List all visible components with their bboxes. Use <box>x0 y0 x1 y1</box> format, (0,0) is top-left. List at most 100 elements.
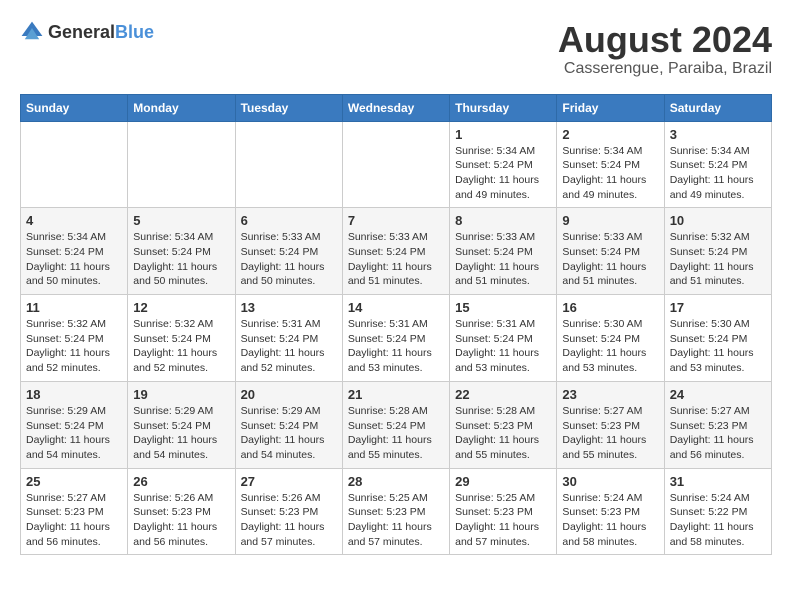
calendar-cell: 11 Sunrise: 5:32 AM Sunset: 5:24 PM Dayli… <box>21 295 128 382</box>
week-row-5: 25 Sunrise: 5:27 AM Sunset: 5:23 PM Dayli… <box>21 468 772 555</box>
calendar-cell: 22 Sunrise: 5:28 AM Sunset: 5:23 PM Dayli… <box>450 381 557 468</box>
calendar-cell: 12 Sunrise: 5:32 AM Sunset: 5:24 PM Dayli… <box>128 295 235 382</box>
col-saturday: Saturday <box>664 94 771 121</box>
calendar-cell: 14Sunrise: 5:31 AM Sunset: 5:24 PM Dayli… <box>342 295 449 382</box>
day-info: Sunrise: 5:30 AM Sunset: 5:24 PM Dayligh… <box>670 317 766 376</box>
calendar-cell: 10Sunrise: 5:32 AM Sunset: 5:24 PM Dayli… <box>664 208 771 295</box>
day-info: Sunrise: 5:29 AM Sunset: 5:24 PM Dayligh… <box>26 404 122 463</box>
calendar-body: 1 Sunrise: 5:34 AM Sunset: 5:24 PM Daylig… <box>21 121 772 555</box>
day-info: Sunrise: 5:24 AM Sunset: 5:23 PM Dayligh… <box>562 491 658 550</box>
day-number: 17 <box>670 300 766 315</box>
col-sunday: Sunday <box>21 94 128 121</box>
calendar-cell: 13 Sunrise: 5:31 AM Sunset: 5:24 PM Dayli… <box>235 295 342 382</box>
day-number: 25 <box>26 474 122 489</box>
calendar-cell: 15 Sunrise: 5:31 AM Sunset: 5:24 PM Dayli… <box>450 295 557 382</box>
calendar-cell: 28 Sunrise: 5:25 AM Sunset: 5:23 PM Dayli… <box>342 468 449 555</box>
day-info: Sunrise: 5:34 AM Sunset: 5:24 PM Dayligh… <box>26 230 122 289</box>
day-info: Sunrise: 5:33 AM Sunset: 5:24 PM Dayligh… <box>241 230 337 289</box>
day-info: Sunrise: 5:24 AM Sunset: 5:22 PM Dayligh… <box>670 491 766 550</box>
col-tuesday: Tuesday <box>235 94 342 121</box>
calendar-cell <box>128 121 235 208</box>
calendar-cell: 2 Sunrise: 5:34 AM Sunset: 5:24 PM Daylig… <box>557 121 664 208</box>
calendar-cell: 4 Sunrise: 5:34 AM Sunset: 5:24 PM Daylig… <box>21 208 128 295</box>
calendar-cell: 6 Sunrise: 5:33 AM Sunset: 5:24 PM Daylig… <box>235 208 342 295</box>
day-info: Sunrise: 5:32 AM Sunset: 5:24 PM Dayligh… <box>133 317 229 376</box>
day-number: 24 <box>670 387 766 402</box>
calendar-cell: 7 Sunrise: 5:33 AM Sunset: 5:24 PM Daylig… <box>342 208 449 295</box>
day-info: Sunrise: 5:25 AM Sunset: 5:23 PM Dayligh… <box>455 491 551 550</box>
calendar-cell: 20Sunrise: 5:29 AM Sunset: 5:24 PM Dayli… <box>235 381 342 468</box>
calendar-cell <box>342 121 449 208</box>
day-info: Sunrise: 5:31 AM Sunset: 5:24 PM Dayligh… <box>241 317 337 376</box>
day-info: Sunrise: 5:34 AM Sunset: 5:24 PM Dayligh… <box>455 144 551 203</box>
day-number: 15 <box>455 300 551 315</box>
day-info: Sunrise: 5:28 AM Sunset: 5:23 PM Dayligh… <box>455 404 551 463</box>
logo-text-general: General <box>48 22 115 42</box>
page-header: GeneralBlue August 2024 Casserengue, Par… <box>20 20 772 78</box>
day-info: Sunrise: 5:34 AM Sunset: 5:24 PM Dayligh… <box>562 144 658 203</box>
day-info: Sunrise: 5:25 AM Sunset: 5:23 PM Dayligh… <box>348 491 444 550</box>
calendar-cell: 9Sunrise: 5:33 AM Sunset: 5:24 PM Daylig… <box>557 208 664 295</box>
day-info: Sunrise: 5:31 AM Sunset: 5:24 PM Dayligh… <box>348 317 444 376</box>
logo-icon <box>20 20 44 44</box>
day-info: Sunrise: 5:29 AM Sunset: 5:24 PM Dayligh… <box>241 404 337 463</box>
week-row-2: 4 Sunrise: 5:34 AM Sunset: 5:24 PM Daylig… <box>21 208 772 295</box>
day-info: Sunrise: 5:27 AM Sunset: 5:23 PM Dayligh… <box>562 404 658 463</box>
logo-text-blue: Blue <box>115 22 154 42</box>
title-block: August 2024 Casserengue, Paraiba, Brazil <box>558 20 772 78</box>
calendar-header: Sunday Monday Tuesday Wednesday Thursday… <box>21 94 772 121</box>
calendar-cell: 16Sunrise: 5:30 AM Sunset: 5:24 PM Dayli… <box>557 295 664 382</box>
calendar-cell <box>21 121 128 208</box>
col-monday: Monday <box>128 94 235 121</box>
day-info: Sunrise: 5:33 AM Sunset: 5:24 PM Dayligh… <box>348 230 444 289</box>
day-info: Sunrise: 5:26 AM Sunset: 5:23 PM Dayligh… <box>133 491 229 550</box>
day-number: 19 <box>133 387 229 402</box>
day-number: 8 <box>455 213 551 228</box>
calendar-cell: 31 Sunrise: 5:24 AM Sunset: 5:22 PM Dayli… <box>664 468 771 555</box>
calendar-cell: 21Sunrise: 5:28 AM Sunset: 5:24 PM Dayli… <box>342 381 449 468</box>
calendar-cell: 30 Sunrise: 5:24 AM Sunset: 5:23 PM Dayli… <box>557 468 664 555</box>
calendar-cell: 18 Sunrise: 5:29 AM Sunset: 5:24 PM Dayli… <box>21 381 128 468</box>
day-number: 30 <box>562 474 658 489</box>
day-number: 18 <box>26 387 122 402</box>
day-info: Sunrise: 5:27 AM Sunset: 5:23 PM Dayligh… <box>670 404 766 463</box>
calendar-cell: 24 Sunrise: 5:27 AM Sunset: 5:23 PM Dayli… <box>664 381 771 468</box>
day-info: Sunrise: 5:26 AM Sunset: 5:23 PM Dayligh… <box>241 491 337 550</box>
day-number: 4 <box>26 213 122 228</box>
day-number: 3 <box>670 127 766 142</box>
calendar-cell <box>235 121 342 208</box>
day-number: 13 <box>241 300 337 315</box>
day-number: 11 <box>26 300 122 315</box>
day-number: 5 <box>133 213 229 228</box>
day-number: 28 <box>348 474 444 489</box>
day-info: Sunrise: 5:27 AM Sunset: 5:23 PM Dayligh… <box>26 491 122 550</box>
calendar-cell: 25 Sunrise: 5:27 AM Sunset: 5:23 PM Dayli… <box>21 468 128 555</box>
day-number: 9 <box>562 213 658 228</box>
week-row-3: 11 Sunrise: 5:32 AM Sunset: 5:24 PM Dayli… <box>21 295 772 382</box>
header-row: Sunday Monday Tuesday Wednesday Thursday… <box>21 94 772 121</box>
day-number: 1 <box>455 127 551 142</box>
day-number: 22 <box>455 387 551 402</box>
day-info: Sunrise: 5:34 AM Sunset: 5:24 PM Dayligh… <box>670 144 766 203</box>
calendar-cell: 8Sunrise: 5:33 AM Sunset: 5:24 PM Daylig… <box>450 208 557 295</box>
day-number: 7 <box>348 213 444 228</box>
calendar-subtitle: Casserengue, Paraiba, Brazil <box>558 60 772 78</box>
col-thursday: Thursday <box>450 94 557 121</box>
calendar-cell: 29 Sunrise: 5:25 AM Sunset: 5:23 PM Dayli… <box>450 468 557 555</box>
day-number: 21 <box>348 387 444 402</box>
day-info: Sunrise: 5:30 AM Sunset: 5:24 PM Dayligh… <box>562 317 658 376</box>
calendar-cell: 3 Sunrise: 5:34 AM Sunset: 5:24 PM Daylig… <box>664 121 771 208</box>
day-number: 29 <box>455 474 551 489</box>
calendar-cell: 19 Sunrise: 5:29 AM Sunset: 5:24 PM Dayli… <box>128 381 235 468</box>
day-info: Sunrise: 5:29 AM Sunset: 5:24 PM Dayligh… <box>133 404 229 463</box>
day-number: 6 <box>241 213 337 228</box>
calendar-cell: 23Sunrise: 5:27 AM Sunset: 5:23 PM Dayli… <box>557 381 664 468</box>
day-number: 31 <box>670 474 766 489</box>
col-wednesday: Wednesday <box>342 94 449 121</box>
day-info: Sunrise: 5:32 AM Sunset: 5:24 PM Dayligh… <box>26 317 122 376</box>
day-info: Sunrise: 5:31 AM Sunset: 5:24 PM Dayligh… <box>455 317 551 376</box>
calendar-cell: 5Sunrise: 5:34 AM Sunset: 5:24 PM Daylig… <box>128 208 235 295</box>
day-number: 12 <box>133 300 229 315</box>
day-number: 2 <box>562 127 658 142</box>
calendar-cell: 27Sunrise: 5:26 AM Sunset: 5:23 PM Dayli… <box>235 468 342 555</box>
